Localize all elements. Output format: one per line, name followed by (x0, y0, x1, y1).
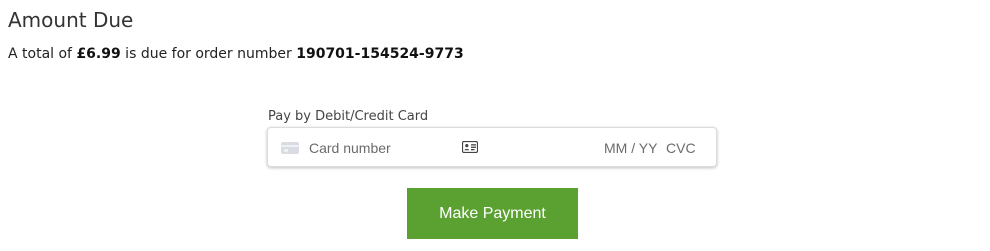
make-payment-button[interactable]: Make Payment (407, 188, 578, 239)
cvc-input[interactable] (666, 138, 706, 158)
card-number-input[interactable] (309, 138, 449, 158)
expiry-input[interactable] (604, 138, 664, 158)
generic-card-icon (281, 142, 299, 154)
payment-method-label: Pay by Debit/Credit Card (268, 109, 429, 124)
order-number: 190701-154524-9773 (296, 46, 464, 62)
amount-due: £6.99 (76, 46, 121, 62)
summary-middle: is due for order number (120, 46, 297, 62)
contact-card-icon[interactable] (462, 141, 478, 153)
card-input-box[interactable] (267, 127, 717, 167)
amount-summary: A total of £6.99 is due for order number… (8, 45, 464, 63)
page-title: Amount Due (8, 8, 134, 32)
summary-prefix: A total of (8, 46, 77, 62)
